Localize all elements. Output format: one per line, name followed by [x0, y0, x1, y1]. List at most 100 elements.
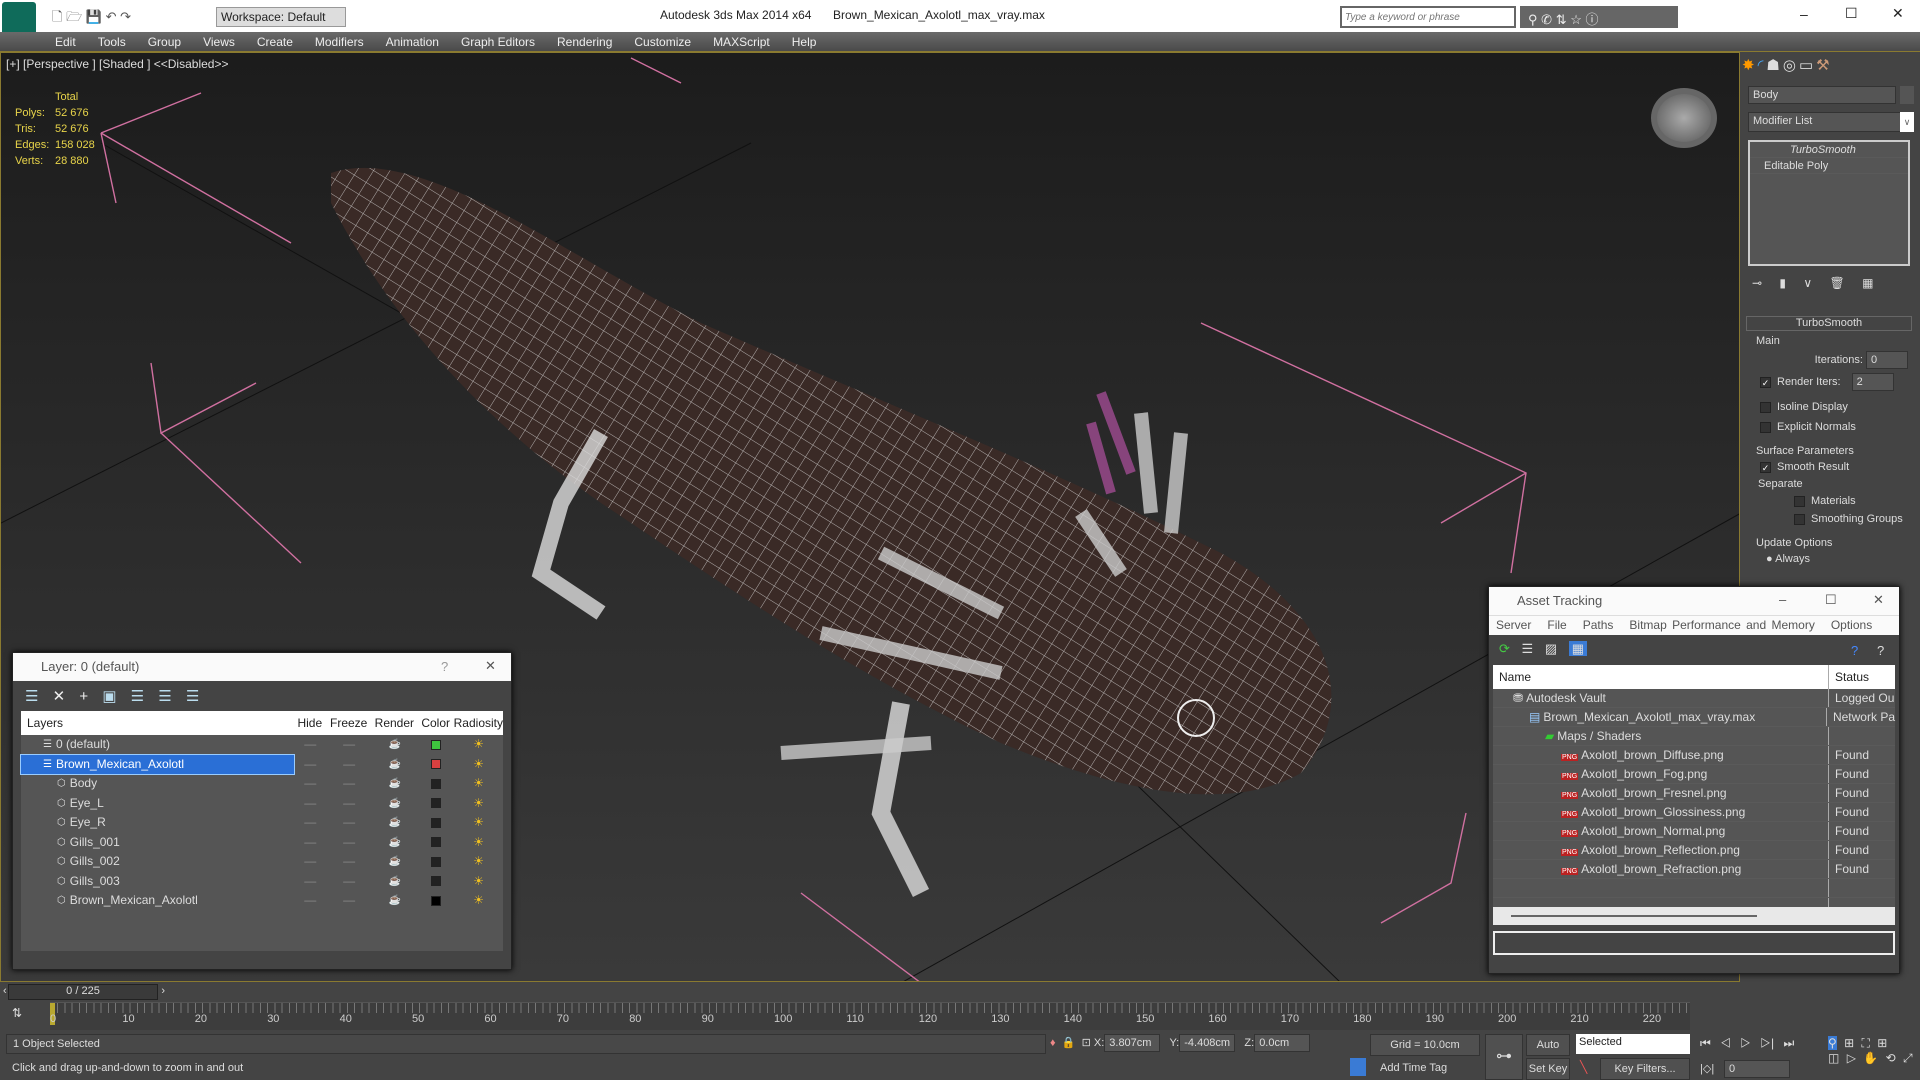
z-field[interactable]: 0.0cm — [1254, 1034, 1311, 1052]
y-field[interactable]: -4.408cm — [1179, 1034, 1236, 1052]
redo-icon[interactable]: ↷ — [120, 9, 131, 24]
key-mode-dropdown[interactable]: Selected — [1576, 1034, 1690, 1054]
layer-name[interactable]: Brown_Mexican_Axolotl — [70, 891, 198, 911]
menu-views[interactable]: Views — [192, 32, 246, 49]
layer-color-swatch[interactable] — [418, 735, 454, 755]
display-tab-icon[interactable]: ▭ — [1799, 56, 1813, 74]
col-status[interactable]: Status — [1829, 665, 1869, 689]
thumbnail-view-icon[interactable]: ▨ — [1545, 641, 1557, 656]
track-bar[interactable]: 0 10 20 30 40 50 60 70 80 90 100 110 120 130 140 150 160… — [50, 1002, 1690, 1030]
chevron-down-icon[interactable]: ∨ — [1900, 112, 1914, 132]
asset-row[interactable]: PNG Axolotl_brown_Normal.png Found — [1493, 822, 1895, 841]
close-button[interactable]: ✕ — [1873, 592, 1884, 608]
render-teapot-icon[interactable]: ☕ — [372, 852, 419, 872]
close-button[interactable]: ✕ — [1892, 5, 1904, 22]
asset-row[interactable]: PNG Axolotl_brown_Reflection.png Found — [1493, 841, 1895, 860]
layer-color-swatch[interactable] — [418, 774, 454, 794]
radiosity-icon[interactable]: ☀ — [454, 774, 503, 794]
highlight-layer-icon[interactable]: ☰ — [131, 688, 144, 705]
explicit-normals-checkbox[interactable] — [1760, 421, 1771, 433]
layer-color-swatch[interactable] — [418, 813, 454, 833]
layer-dialog-titlebar[interactable]: Layer: 0 (default) ? ✕ — [13, 653, 511, 681]
go-to-start-icon[interactable]: ⏮ — [1700, 1036, 1711, 1050]
layer-color-swatch[interactable] — [418, 833, 454, 853]
communication-icon[interactable]: ✆ — [1541, 12, 1552, 27]
pin-stack-icon[interactable]: ⊸ — [1752, 276, 1762, 290]
asset-row[interactable]: PNG Axolotl_brown_Diffuse.png Found — [1493, 746, 1895, 765]
render-teapot-icon[interactable]: ☕ — [372, 813, 419, 833]
layer-color-swatch[interactable] — [418, 852, 454, 872]
minimize-button[interactable]: – — [1779, 592, 1786, 607]
radiosity-icon[interactable]: ☀ — [454, 833, 503, 853]
lock-selection-icon[interactable]: 🔒 — [1062, 1037, 1076, 1049]
asset-row[interactable]: PNG Axolotl_brown_Refraction.png Found — [1493, 860, 1895, 879]
orbit-icon[interactable]: ⟲ — [1886, 1051, 1896, 1065]
col-radiosity[interactable]: Radiosity — [454, 711, 503, 735]
create-tab-icon[interactable]: ✸ — [1742, 56, 1755, 74]
layer-name[interactable]: Eye_R — [70, 813, 106, 833]
layer-row[interactable]: ☰ Brown_Mexican_Axolotl — — ☕ ☀ — [20, 753, 503, 775]
hide-toggle[interactable]: — — [294, 813, 327, 833]
layer-color-swatch[interactable] — [418, 891, 454, 911]
zoom-extents-all-icon[interactable]: ⊞ — [1877, 1036, 1887, 1050]
asset-menu-paths[interactable]: Paths — [1583, 618, 1614, 632]
time-slider[interactable]: ‹ 0 / 225 › — [3, 984, 165, 1000]
zoom-icon[interactable]: ⚲ — [1828, 1036, 1837, 1050]
go-to-end-icon[interactable]: ⏭ — [1783, 1036, 1794, 1050]
render-teapot-icon[interactable]: ☕ — [372, 735, 419, 755]
configure-sets-icon[interactable]: ▦ — [1862, 276, 1873, 290]
hide-toggle[interactable]: — — [294, 755, 327, 775]
object-name-field[interactable]: Body — [1748, 86, 1896, 104]
hide-toggle[interactable]: — — [294, 794, 327, 814]
layer-color-swatch[interactable] — [418, 872, 454, 892]
open-file-icon[interactable]: 🗁 — [66, 9, 82, 24]
table-view-icon[interactable]: ▦ — [1568, 641, 1588, 656]
mini-curve-editor-icon[interactable]: ⇅ — [12, 1006, 22, 1020]
add-to-layer-icon[interactable]: + — [79, 688, 88, 705]
list-view-icon[interactable]: ☰ — [1522, 641, 1534, 656]
layer-row[interactable]: ☰ 0 (default) — — ☕ ☀ — [21, 735, 503, 755]
undo-icon[interactable]: ↶ — [106, 9, 117, 24]
layer-name[interactable]: Gills_002 — [70, 852, 120, 872]
pan-icon[interactable]: ✋ — [1863, 1051, 1878, 1065]
asset-menu-server[interactable]: Server — [1496, 618, 1531, 632]
exchange-icon[interactable]: ⇅ — [1556, 12, 1567, 27]
help-button[interactable]: ? — [441, 659, 448, 674]
fov-icon[interactable]: ▷ — [1847, 1051, 1856, 1065]
asset-row[interactable]: ▰ Maps / Shaders — [1493, 727, 1895, 746]
col-color[interactable]: Color — [418, 711, 454, 735]
hide-toggle[interactable]: — — [294, 872, 327, 892]
freeze-toggle[interactable]: — — [327, 794, 372, 814]
menu-create[interactable]: Create — [246, 32, 304, 49]
radiosity-icon[interactable]: ☀ — [454, 872, 503, 892]
new-file-icon[interactable]: 🗋 — [52, 9, 62, 24]
render-teapot-icon[interactable]: ☕ — [372, 833, 419, 853]
layer-row[interactable]: ⬡ Brown_Mexican_Axolotl — — ☕ ☀ — [21, 891, 503, 911]
render-teapot-icon[interactable]: ☕ — [372, 774, 419, 794]
asset-row[interactable]: ▤ Brown_Mexican_Axolotl_max_vray.max Netwo… — [1493, 708, 1895, 727]
render-teapot-icon[interactable]: ☕ — [372, 872, 419, 892]
zoom-extents-icon[interactable]: ⛶ — [1862, 1036, 1870, 1050]
asset-menu-options[interactable]: Options — [1831, 618, 1872, 632]
show-end-result-icon[interactable]: ▮ — [1779, 276, 1786, 290]
menu-animation[interactable]: Animation — [375, 32, 450, 49]
hide-toggle[interactable]: — — [294, 891, 327, 911]
key-tangent-icon[interactable]: ╲ — [1580, 1060, 1587, 1074]
help-icon[interactable]: ⓘ — [1586, 12, 1599, 27]
smooth-result-checkbox[interactable]: ✓ — [1760, 461, 1771, 473]
help-icon[interactable]: ? — [1851, 643, 1858, 658]
always-radio[interactable]: ● — [1766, 553, 1773, 565]
layer-name[interactable]: Brown_Mexican_Axolotl — [56, 755, 184, 775]
maximize-viewport-icon[interactable]: ⤢ — [1903, 1051, 1913, 1065]
layer-name[interactable]: Gills_001 — [70, 833, 120, 853]
layer-color-swatch[interactable] — [418, 794, 454, 814]
freeze-all-icon[interactable]: ☰ — [186, 688, 199, 705]
asset-path-field[interactable] — [1493, 931, 1895, 955]
next-frame-icon[interactable]: ▷| — [1760, 1036, 1774, 1050]
menu-maxscript[interactable]: MAXScript — [702, 32, 781, 49]
set-key-button[interactable]: Set Key — [1526, 1058, 1570, 1080]
layer-color-swatch[interactable] — [418, 755, 454, 775]
asset-menu-bitmap[interactable]: Bitmap Performance and Memory — [1629, 618, 1814, 632]
viewcube-icon[interactable] — [1651, 88, 1717, 148]
hide-all-icon[interactable]: ☰ — [158, 688, 171, 705]
